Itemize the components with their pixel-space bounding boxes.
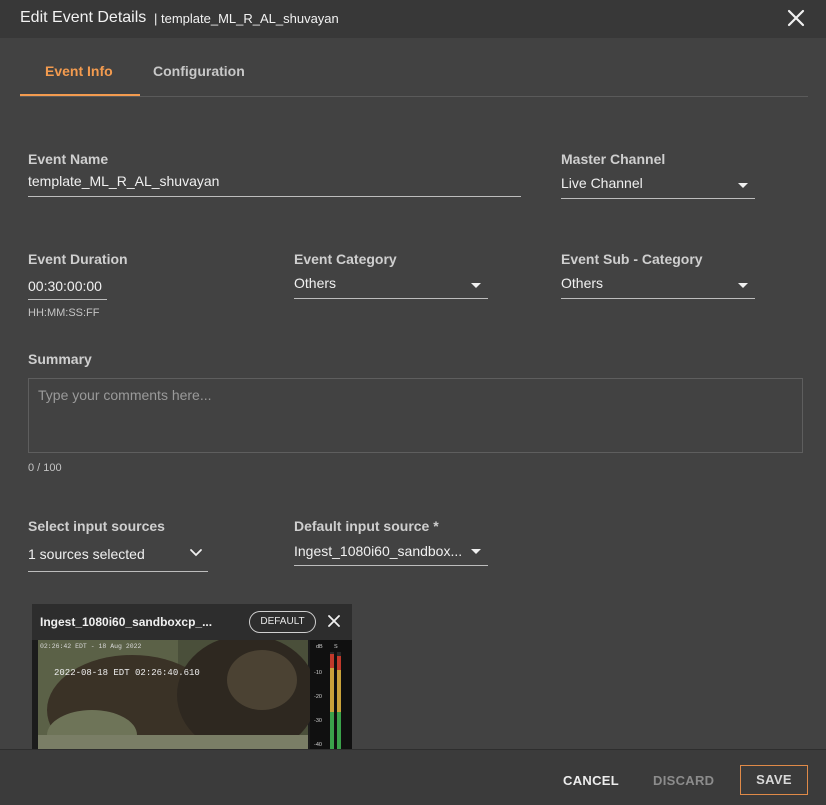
video-preview: 02:26:42 EDT - 18 Aug 2022 2022-08-18 ED… bbox=[32, 640, 352, 754]
summary-label: Summary bbox=[28, 351, 92, 367]
video-overlay-timecode: 2022-08-18 EDT 02:26:40.610 bbox=[54, 668, 200, 678]
default-source-select[interactable]: Ingest_1080i60_sandbox... bbox=[294, 543, 466, 559]
default-source-label: Default input source * bbox=[294, 518, 439, 534]
source-card-title: Ingest_1080i60_sandboxcp_... bbox=[40, 615, 213, 629]
chevron-down-icon[interactable] bbox=[471, 283, 481, 288]
chevron-down-icon[interactable] bbox=[189, 548, 203, 558]
summary-field bbox=[28, 378, 803, 453]
event-duration-input[interactable]: 00:30:00:00 bbox=[28, 278, 108, 294]
input-sources-select[interactable]: 1 sources selected bbox=[28, 546, 178, 562]
close-icon[interactable] bbox=[328, 615, 340, 627]
event-duration-underline bbox=[28, 299, 107, 300]
event-sub-category-underline bbox=[561, 298, 755, 299]
input-sources-label: Select input sources bbox=[28, 518, 165, 534]
tab-event-info[interactable]: Event Info bbox=[45, 63, 113, 79]
event-sub-category-select[interactable]: Others bbox=[561, 275, 731, 291]
chevron-down-icon[interactable] bbox=[738, 283, 748, 288]
master-channel-underline bbox=[561, 198, 755, 199]
video-overlay-date: 02:26:42 EDT - 18 Aug 2022 bbox=[40, 643, 142, 650]
meter-label: -10 bbox=[314, 670, 322, 676]
dialog-titlebar: Edit Event Details | template_ML_R_AL_sh… bbox=[0, 0, 826, 38]
master-channel-select[interactable]: Live Channel bbox=[561, 175, 731, 191]
video-frame: 02:26:42 EDT - 18 Aug 2022 2022-08-18 ED… bbox=[32, 640, 352, 754]
event-name-label: Event Name bbox=[28, 151, 109, 167]
dialog-title: Edit Event Details bbox=[20, 9, 147, 26]
dialog-subtitle: | template_ML_R_AL_shuvayan bbox=[154, 11, 339, 26]
discard-button[interactable]: DISCARD bbox=[653, 773, 714, 788]
dialog-footer: CANCEL DISCARD SAVE bbox=[0, 749, 826, 805]
event-sub-category-label: Event Sub - Category bbox=[561, 251, 703, 267]
event-category-underline bbox=[294, 298, 488, 299]
event-category-label: Event Category bbox=[294, 251, 397, 267]
event-name-underline bbox=[28, 196, 521, 197]
default-source-underline bbox=[294, 565, 488, 566]
summary-textarea[interactable] bbox=[38, 387, 788, 443]
chevron-down-icon[interactable] bbox=[738, 183, 748, 188]
master-channel-label: Master Channel bbox=[561, 151, 666, 167]
event-name-input[interactable]: template_ML_R_AL_shuvayan bbox=[28, 173, 518, 189]
chevron-down-icon[interactable] bbox=[471, 549, 481, 554]
event-category-select[interactable]: Others bbox=[294, 275, 464, 291]
meter-label: -30 bbox=[314, 718, 322, 724]
close-icon[interactable] bbox=[786, 8, 806, 28]
source-preview-card: Ingest_1080i60_sandboxcp_... DEFAULT 02:… bbox=[32, 604, 352, 754]
event-duration-hint: HH:MM:SS:FF bbox=[28, 307, 100, 319]
event-duration-label: Event Duration bbox=[28, 251, 128, 267]
tab-configuration[interactable]: Configuration bbox=[153, 63, 245, 79]
cancel-button[interactable]: CANCEL bbox=[563, 773, 619, 788]
input-sources-underline bbox=[28, 571, 208, 572]
summary-char-counter: 0 / 100 bbox=[28, 462, 62, 474]
tab-divider bbox=[20, 96, 808, 97]
default-badge: DEFAULT bbox=[249, 611, 316, 633]
meter-label: dB bbox=[316, 644, 323, 650]
meter-label: -20 bbox=[314, 694, 322, 700]
meter-label: -40 bbox=[314, 742, 322, 748]
save-button[interactable]: SAVE bbox=[740, 765, 808, 795]
meter-label: S bbox=[334, 644, 338, 650]
